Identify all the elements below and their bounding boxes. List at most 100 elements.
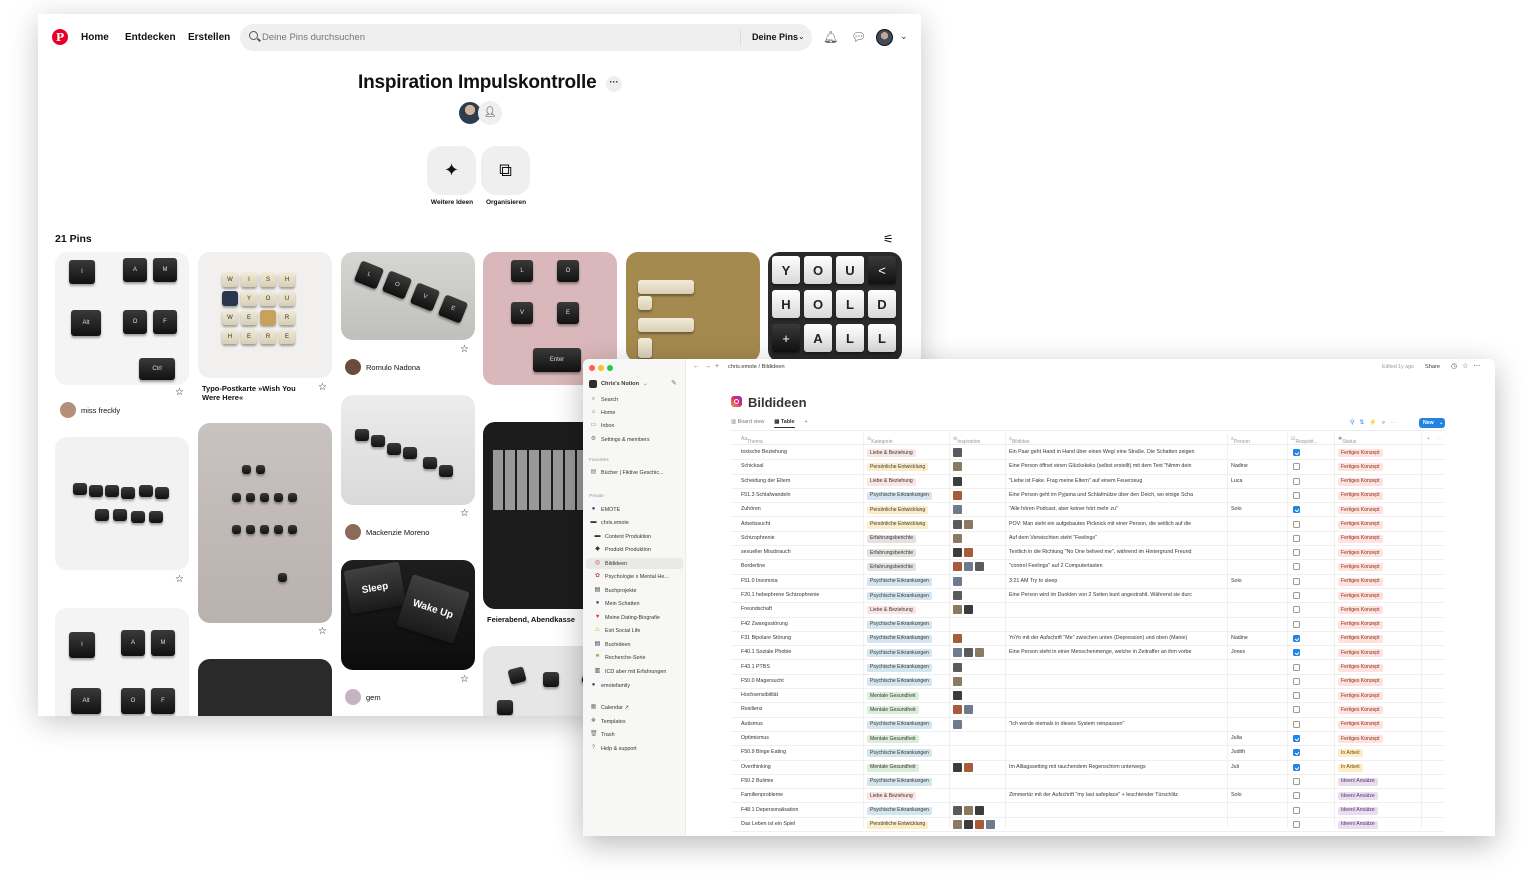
cell-bildidee[interactable]: "Ich werde niemals in dieses System rein… [1009,721,1227,727]
cell-inspiration[interactable] [953,734,1005,743]
cell-thema[interactable]: toxische Beziehung [741,449,861,455]
cell-thema[interactable]: F51.0 Insomnia [741,578,861,584]
requisit-checkbox[interactable] [1293,749,1300,757]
inspiration-thumbnail[interactable] [953,576,962,586]
add-collaborator-icon[interactable]: 👤︎ [478,101,502,125]
pin-card[interactable] [198,659,332,716]
sidebar-item-search[interactable]: ⌕ Search [590,396,618,403]
table-row[interactable]: F50.0 Magersucht Psychische Erkrankungen F… [731,675,1445,690]
pin-card[interactable] [626,252,760,362]
chevron-down-icon[interactable]: ⌄ [900,31,908,42]
nav-create[interactable]: Erstellen [188,32,230,43]
inspiration-thumbnail[interactable] [964,605,973,615]
cell-thema[interactable]: F43.1 PTBS [741,664,861,670]
cell-inspiration[interactable] [953,605,1005,615]
inspiration-thumbnail[interactable] [953,462,962,472]
cell-status[interactable]: Fertiges Konzept [1338,592,1383,600]
cell-bildidee[interactable]: YoYo mit der Aufschrift "Me" zwischen un… [1009,635,1227,641]
cell-thema[interactable]: F50.2 Bulimie [741,778,861,784]
cell-kategorie[interactable]: Erfahrungsberichte [867,563,917,572]
table-row[interactable]: Overthinking Mentale Gesundheit Im Alltags… [731,761,1445,775]
share-button[interactable]: Share [1425,364,1440,370]
requisit-checkbox[interactable] [1293,820,1300,828]
pinterest-logo-icon[interactable]: P [52,29,68,45]
table-row[interactable]: F43.1 PTBS Psychische Erkrankungen Fertige… [731,661,1445,675]
inspiration-thumbnail[interactable] [964,562,973,572]
bell-icon[interactable]: 🔔︎ [823,31,838,44]
breadcrumb-parent[interactable]: chris.emote [728,364,757,370]
cell-inspiration[interactable] [953,505,1005,515]
cell-bildidee[interactable]: Im Alltagssetting mit rauchendem Regensc… [1009,764,1227,770]
add-view-icon[interactable]: + [805,419,808,428]
cell-kategorie[interactable]: Psychische Erkrankungen [867,491,932,500]
requisit-checkbox[interactable] [1293,706,1300,714]
cell-kategorie[interactable]: Psychische Erkrankungen [867,677,932,686]
cell-status[interactable]: Fertiges Konzept [1338,663,1383,672]
column-header-thema[interactable]: Aa Thema [741,436,763,445]
table-row[interactable]: F48.1 Depersonalisation Psychische Erkran… [731,804,1445,818]
breadcrumb[interactable]: chris.emote / Bildideen [728,364,785,370]
cell-kategorie[interactable]: Psychische Erkrankungen [867,749,932,758]
cell-inspiration[interactable] [953,777,1005,786]
inspiration-thumbnail[interactable] [986,819,995,829]
requisit-checkbox[interactable] [1293,463,1300,471]
cell-inspiration[interactable] [953,519,1005,529]
cell-inspiration[interactable] [953,676,1005,686]
cell-status[interactable]: Fertiges Konzept [1338,477,1383,486]
table-row[interactable]: F51.3 Schlafwandeln Psychische Erkrankung… [731,489,1445,504]
column-header-requisit[interactable]: ☑ Requisit... [1291,436,1318,445]
cell-thema[interactable]: Zuhören [741,506,861,512]
inspiration-thumbnail[interactable] [964,819,973,829]
cell-bildidee[interactable]: Eine Person wird im Dunklen von 2 Seiten… [1009,592,1227,598]
organize-button[interactable]: ⧉ [481,146,530,195]
breadcrumb-page[interactable]: Bildideen [762,364,785,370]
column-header-bildidee[interactable]: ≡ Bildidee [1009,436,1030,445]
inspiration-thumbnail[interactable] [953,548,962,558]
cell-thema[interactable]: Overthinking [741,764,861,770]
sidebar-item-buchprojekte[interactable]: ▤ Buchprojekte [594,587,684,594]
inspiration-thumbnail[interactable] [953,519,962,529]
cell-thema[interactable]: F50.9 Binge Eating [741,749,861,755]
inspiration-thumbnail[interactable] [953,533,962,543]
cell-thema[interactable]: F31 Bipolare Störung [741,635,861,641]
nav-home[interactable]: Home [81,32,109,43]
sidebar-item-psychologie[interactable]: ✿ Psychologie x Mental He... [594,573,684,580]
pin-author[interactable]: miss freckly [60,402,120,418]
inspiration-thumbnail[interactable] [953,605,962,615]
cell-bildidee[interactable]: Eine Person öffnet einen Glückskeks (sel… [1009,463,1227,469]
pin-card[interactable]: I A M Alt O F [55,608,189,716]
search-scope-dropdown[interactable]: Deine Pins [752,32,798,42]
cell-kategorie[interactable]: Psychische Erkrankungen [867,806,932,815]
inspiration-thumbnail[interactable] [953,648,962,658]
cell-thema[interactable]: Resilienz [741,706,861,712]
cell-thema[interactable]: Arbeitssucht [741,521,861,527]
cell-status[interactable]: Fertiges Konzept [1338,534,1383,543]
inspiration-thumbnail[interactable] [964,805,973,815]
cell-person[interactable]: Solo [1231,578,1286,584]
cell-bildidee[interactable]: 3:21 AM Try to sleep [1009,578,1227,584]
more-options-icon[interactable]: ⋯ [1437,436,1442,442]
new-button[interactable]: New ⌄ [1419,418,1445,428]
sidebar-item-settings[interactable]: ⚙ Settings & members [590,436,650,443]
cell-bildidee[interactable]: "Alle hören Podcast, aber keiner hört me… [1009,506,1227,512]
requisit-checkbox[interactable] [1293,763,1300,771]
cell-status[interactable]: Fertiges Konzept [1338,549,1383,558]
pin-card[interactable]: Y O U < H O L D + A L L [768,252,902,362]
table-row[interactable]: F50.9 Binge Eating Psychische Erkrankunge… [731,746,1445,761]
inspiration-thumbnail[interactable] [953,762,962,772]
inspiration-thumbnail[interactable] [975,562,984,572]
cell-status[interactable]: Fertiges Konzept [1338,463,1383,472]
cell-thema[interactable]: Autismus [741,721,861,727]
cell-inspiration[interactable] [953,562,1005,572]
pin-card[interactable]: W I S H Y O U W E R H E R E [198,252,332,378]
maximize-window-button[interactable] [607,365,613,371]
cell-status[interactable]: Fertiges Konzept [1338,491,1383,500]
cell-status[interactable]: Ideen/ Ansätze [1338,820,1378,829]
sidebar-item-schatten[interactable]: ● Mein Schatten [594,600,684,607]
pin-card[interactable]: L O V E [341,252,475,340]
table-row[interactable]: Arbeitssucht Persönliche Entwicklung POV: … [731,518,1445,532]
star-icon[interactable]: ☆ [318,382,327,393]
cell-person[interactable]: Nadine [1231,463,1286,469]
new-page-icon[interactable]: ✎ [671,379,677,387]
inspiration-thumbnail[interactable] [953,819,962,829]
